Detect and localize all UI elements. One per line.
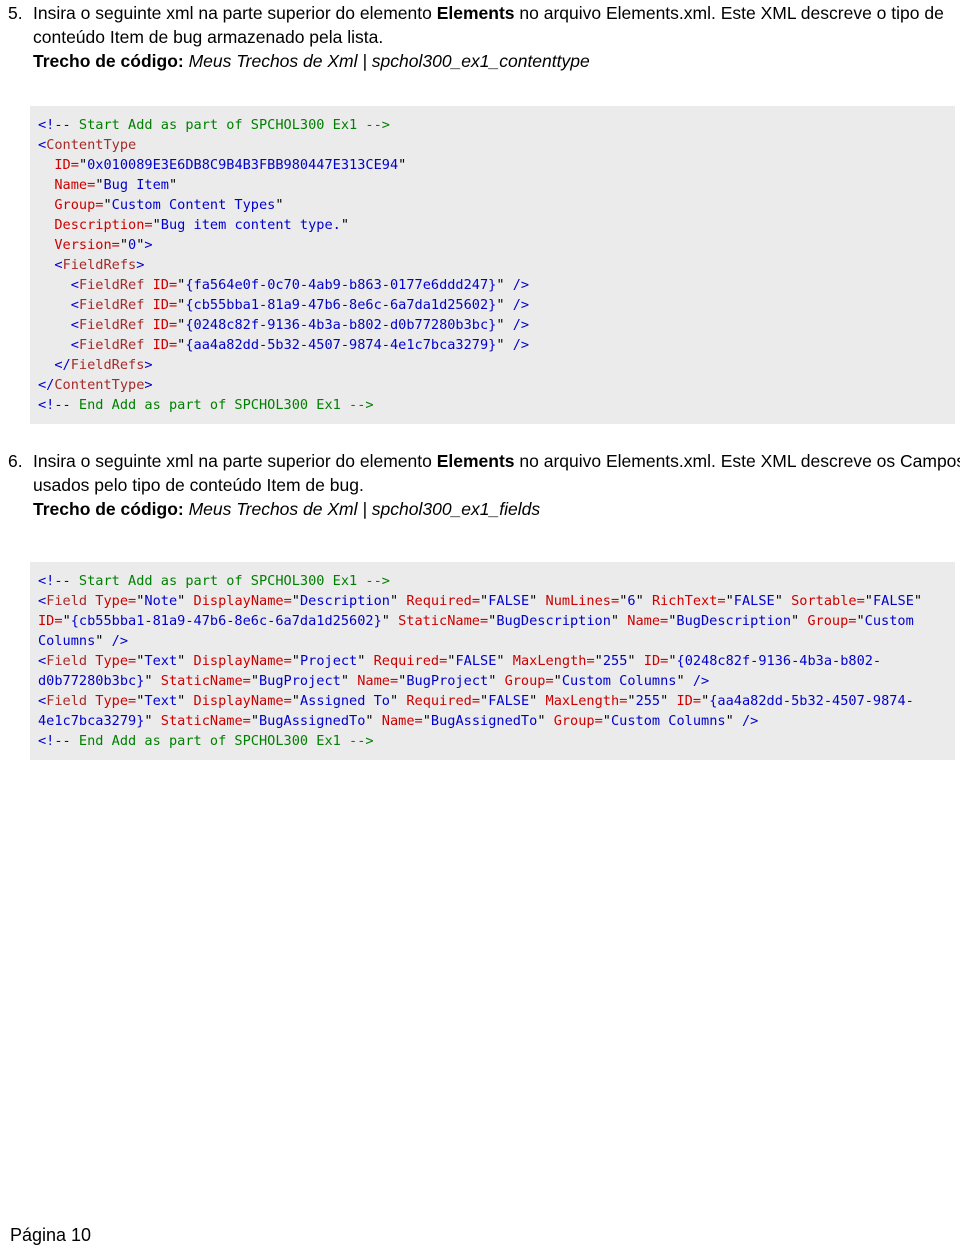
code-line: <Field Type="Text" DisplayName="Assigned… xyxy=(38,692,914,729)
code-line: <!-- End Add as part of SPCHOL300 Ex1 --… xyxy=(38,396,374,413)
code-line: <!-- Start Add as part of SPCHOL300 Ex1 … xyxy=(38,116,390,133)
step-text-part1: Insira o seguinte xml na parte superior … xyxy=(33,451,437,471)
code-line: <Field Type="Note" DisplayName="Descript… xyxy=(38,592,923,649)
step-emphasis-elements: Elements xyxy=(436,3,515,23)
page-footer: Página 10 xyxy=(10,1225,92,1245)
code-line: ID="0x010089E3E6DB8C9B4B3FBB980447E313CE… xyxy=(54,156,407,173)
code-block-fields: <!-- Start Add as part of SPCHOL300 Ex1 … xyxy=(30,561,955,760)
document-page: 5. Insira o seguinte xml na parte superi… xyxy=(0,0,960,1258)
code-line: Group="Custom Content Types" xyxy=(54,196,284,213)
code-line: </ContentType> xyxy=(38,376,153,393)
code-line: Version="0"> xyxy=(54,236,153,253)
code-line: </FieldRefs> xyxy=(54,356,153,373)
code-line: <FieldRef ID="{0248c82f-9136-4b3a-b802-d… xyxy=(70,316,530,333)
step-item-6: 6. Insira o seguinte xml na parte superi… xyxy=(0,450,960,522)
code-line: <Field Type="Text" DisplayName="Project"… xyxy=(38,652,882,689)
snippet-colon: : xyxy=(177,51,189,71)
code-line: <FieldRef ID="{fa564e0f-0c70-4ab9-b863-0… xyxy=(70,276,530,293)
step-paragraph: Insira o seguinte xml na parte superior … xyxy=(33,450,960,497)
code-line: <!-- Start Add as part of SPCHOL300 Ex1 … xyxy=(38,572,390,589)
snippet-label: Trecho de código xyxy=(33,51,178,71)
code-block-contenttype: <!-- Start Add as part of SPCHOL300 Ex1 … xyxy=(30,105,955,424)
code-line: <FieldRef ID="{cb55bba1-81a9-47b6-8e6c-6… xyxy=(70,296,530,313)
snippet-reference: Trecho de código: Meus Trechos de Xml | … xyxy=(33,498,960,522)
snippet-reference: Trecho de código: Meus Trechos de Xml | … xyxy=(33,50,960,74)
code-line: <FieldRefs> xyxy=(54,256,145,273)
step-number: 6. xyxy=(8,451,23,471)
step-emphasis-elements: Elements xyxy=(436,451,515,471)
code-line: <ContentType xyxy=(38,136,137,153)
step-number: 5. xyxy=(8,3,23,23)
snippet-path: Meus Trechos de Xml | spchol300_ex1_fiel… xyxy=(188,499,541,519)
snippet-colon: : xyxy=(177,499,189,519)
snippet-label: Trecho de código xyxy=(33,499,178,519)
step-paragraph: Insira o seguinte xml na parte superior … xyxy=(33,2,960,49)
code-line: Description="Bug item content type." xyxy=(54,216,350,233)
step-item-5: 5. Insira o seguinte xml na parte superi… xyxy=(0,2,960,74)
snippet-path: Meus Trechos de Xml | spchol300_ex1_cont… xyxy=(188,51,590,71)
code-line: <FieldRef ID="{aa4a82dd-5b32-4507-9874-4… xyxy=(70,336,530,353)
code-line: <!-- End Add as part of SPCHOL300 Ex1 --… xyxy=(38,732,374,749)
step-text-part1: Insira o seguinte xml na parte superior … xyxy=(33,3,437,23)
code-line: Name="Bug Item" xyxy=(54,176,178,193)
